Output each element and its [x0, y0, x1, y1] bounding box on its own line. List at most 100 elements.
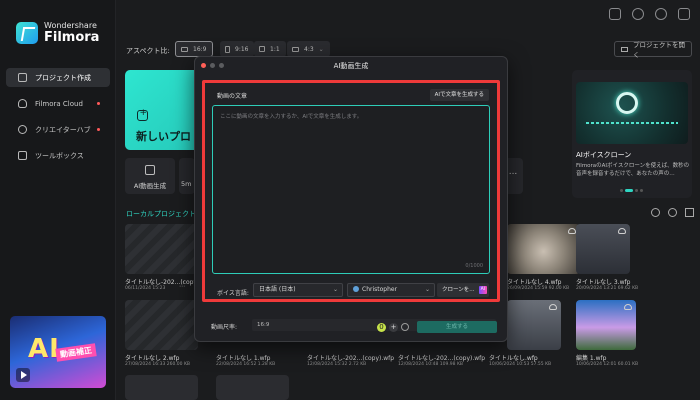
aspect-option-label: 16:9: [193, 45, 207, 53]
sidebar-item-create-project[interactable]: プロジェクト作成: [6, 68, 110, 87]
sidebar-item-toolbox[interactable]: ツールボックス: [6, 146, 110, 165]
add-credit-button[interactable]: +: [389, 322, 398, 332]
sidebar-item-creator-hub[interactable]: クリエイターハブ: [6, 120, 110, 139]
sidebar-promo-banner[interactable]: AI 動画補正: [10, 316, 106, 388]
new-project-card[interactable]: 新しいプロ: [125, 70, 203, 150]
promo-image: [576, 82, 688, 144]
promo-title: AIボイスクローン: [576, 151, 632, 159]
aspect-ratio-label: アスペクト比:: [126, 47, 170, 55]
project-name: タイトルなし-202...(copy).wfp: [307, 355, 395, 362]
aspect-option-4-3[interactable]: 4:3 ⌄: [287, 41, 330, 57]
project-thumbnail[interactable]: [125, 375, 198, 400]
project-meta: 22/08/2024 16:52 1.28 KB: [216, 362, 276, 367]
plus-icon: [137, 108, 148, 121]
project-thumbnail-video[interactable]: [576, 224, 630, 274]
cloud-icon: [18, 99, 27, 108]
tool-item[interactable]: 5m: [179, 158, 195, 194]
voice-select[interactable]: Christopher ⌄: [347, 283, 435, 297]
duration-label: 動画尺率:: [211, 324, 238, 331]
filmora-logo-icon: [16, 22, 38, 44]
project-thumbnail[interactable]: [125, 224, 198, 274]
refresh-icon[interactable]: [668, 208, 677, 217]
sidebar-nav: プロジェクト作成 Filmora Cloud クリエイターハブ ツールボックス: [6, 68, 110, 172]
project-thumbnail-video[interactable]: [507, 300, 561, 350]
local-projects-toolbar: [651, 208, 694, 217]
char-counter: 0/1000: [465, 263, 483, 269]
notification-dot: [97, 102, 100, 105]
carousel-dot[interactable]: [635, 189, 638, 192]
toolbox-icon: [18, 151, 27, 160]
refresh-icon[interactable]: [401, 323, 409, 331]
voice-avatar: [353, 286, 359, 292]
project-thumbnail-anime[interactable]: [576, 300, 636, 350]
generate-text-button[interactable]: AIで文章を生成する: [429, 89, 489, 101]
promo-tag: 動画補正: [55, 343, 97, 362]
carousel-dot[interactable]: [620, 189, 623, 192]
voice-clone-button[interactable]: クローンを... AI: [437, 283, 489, 297]
aspect-option-1-1[interactable]: 1:1: [254, 41, 286, 57]
voice-language-label: ボイス言語:: [217, 290, 249, 297]
film-icon: [18, 73, 27, 82]
highlight-box: 動画の文章 AIで文章を生成する ここに動画の文章を入力するか、AIで文章を生成…: [202, 80, 500, 302]
project-meta: 10/06/2024 12:01 60.01 KB: [576, 362, 639, 367]
project-meta: 12/08/2024 15:32 2.72 KB: [307, 362, 367, 367]
voice-language-value: 日本語 (日本): [259, 286, 296, 293]
open-project-label: プロジェクトを開く: [632, 41, 685, 59]
carousel-dot-active[interactable]: [625, 189, 633, 192]
project-name: タイトルなし-202...(copy).wfp: [398, 355, 486, 362]
carousel-dots[interactable]: [620, 189, 643, 192]
search-icon[interactable]: [651, 208, 660, 217]
monitor-icon: [181, 46, 188, 52]
project-more-button[interactable]: ⋯: [179, 283, 185, 290]
tool-label: AI動画生成: [133, 182, 167, 190]
aspect-option-label: 1:1: [270, 45, 280, 53]
promo-description: FilmoraのAIボイスクローンを使えば、数秒の音声を録音するだけで、あなたの…: [576, 163, 690, 177]
project-name: タイトルなし.wfp: [489, 355, 538, 362]
dialog-body: 動画の文章 AIで文章を生成する ここに動画の文章を入力するか、AIで文章を生成…: [202, 80, 500, 340]
project-thumbnail[interactable]: [216, 375, 289, 400]
project-name: タイトルなし 3.wfp: [576, 279, 631, 286]
tool-label: 5m: [181, 180, 192, 188]
ring-icon: [616, 92, 638, 114]
promo-voice-clone-card[interactable]: AIボイスクローン FilmoraのAIボイスクローンを使えば、数秒の音声を録音…: [572, 70, 692, 198]
ai-video-dialog: AI動画生成 動画の文章 AIで文章を生成する ここに動画の文章を入力するか、A…: [194, 56, 508, 342]
script-label: 動画の文章: [217, 93, 248, 100]
carousel-dot[interactable]: [640, 189, 643, 192]
project-thumbnail-cat[interactable]: [507, 224, 580, 274]
textarea-placeholder: ここに動画の文章を入力するか、AIで文章を生成します。: [220, 114, 363, 120]
cloud-icon: [624, 304, 632, 310]
logo-product-text: Filmora: [44, 30, 100, 45]
project-meta: 20/09/2024 13:21 69.62 KB: [576, 286, 639, 291]
aspect-option-9-16[interactable]: 9:16: [220, 41, 255, 57]
aspect-option-16-9[interactable]: 16:9: [175, 41, 214, 57]
project-meta: 06/11/2024 15:23: [125, 286, 166, 291]
voice-value: Christopher: [362, 286, 398, 293]
sidebar-item-label: クリエイターハブ: [35, 125, 91, 134]
dialog-title: AI動画生成: [333, 62, 369, 70]
cloud-icon: [568, 228, 576, 234]
sidebar-item-filmora-cloud[interactable]: Filmora Cloud: [6, 94, 110, 113]
credits-area: 0 +: [377, 321, 409, 333]
script-textarea[interactable]: ここに動画の文章を入力するか、AIで文章を生成します。 0/1000: [212, 105, 490, 274]
play-icon[interactable]: [16, 368, 30, 382]
new-project-label: 新しいプロ: [136, 130, 191, 143]
voice-language-select[interactable]: 日本語 (日本) ⌄: [253, 283, 343, 297]
project-thumbnail[interactable]: [125, 300, 198, 350]
project-meta: 12/08/2024 10:48 109.98 KB: [398, 362, 463, 367]
duration-value: 16:9: [257, 322, 270, 328]
project-meta: 27/08/2024 16:33 260.00 KB: [125, 362, 190, 367]
generate-button[interactable]: 生成する: [417, 321, 497, 333]
open-project-button[interactable]: プロジェクトを開く: [614, 41, 692, 59]
waveform-icon: [586, 122, 678, 124]
bulb-icon: [18, 125, 27, 134]
aspect-option-label: 4:3: [304, 45, 314, 53]
clone-label: クローンを...: [442, 287, 475, 293]
sidebar: Wondershare Filmora プロジェクト作成 Filmora Clo…: [0, 0, 116, 400]
local-projects-title: ローカルプロジェクト: [126, 210, 196, 218]
sidebar-item-label: Filmora Cloud: [35, 99, 83, 108]
tool-ai-video[interactable]: AI動画生成: [125, 158, 175, 194]
ai-badge: AI: [478, 286, 487, 294]
grid-view-icon[interactable]: [685, 208, 694, 217]
project-name: タイトルなし 2.wfp: [125, 355, 180, 362]
credit-coin-icon: 0: [377, 322, 386, 332]
